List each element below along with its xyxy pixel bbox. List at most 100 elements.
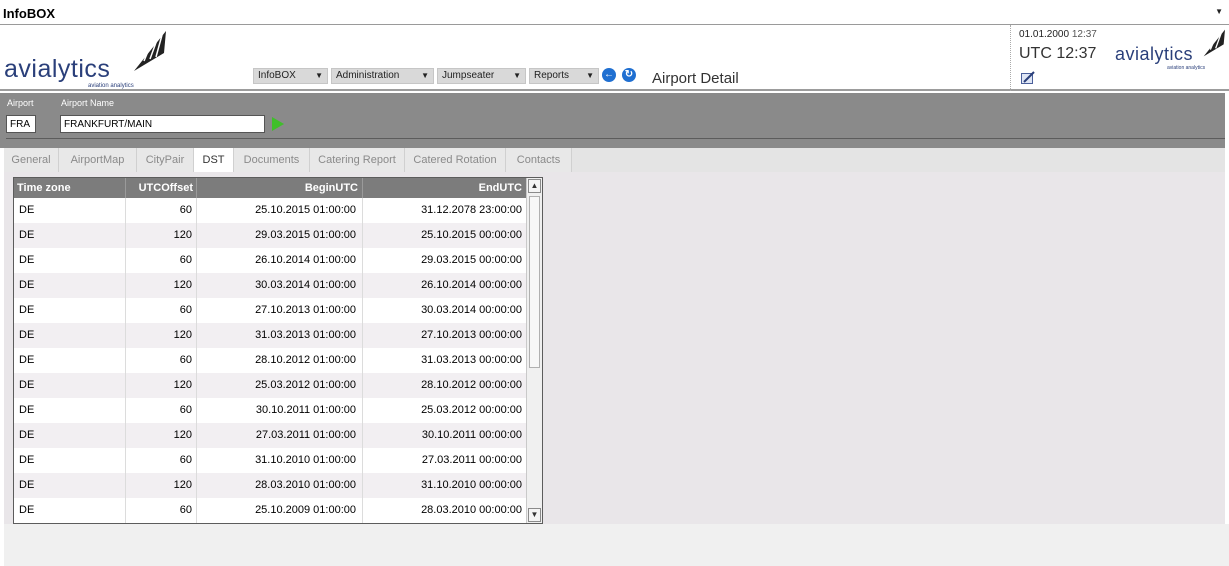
cell-beginutc: 29.03.2015 01:00:00	[197, 223, 363, 248]
tab-dst[interactable]: DST	[194, 148, 234, 172]
cell-endutc: 31.12.2078 23:00:00	[421, 204, 522, 216]
table-row[interactable]: DE 60 30.10.2011 01:00:00 25.03.2012 00:00:…	[14, 398, 526, 423]
table-row[interactable]: DE 60 26.10.2014 01:00:00 29.03.2015 00:00:…	[14, 248, 526, 273]
scroll-down-icon[interactable]: ▼	[528, 508, 541, 522]
cell-timezone: DE	[14, 448, 126, 473]
cell-utcoffset: 120	[126, 273, 197, 298]
cell-timezone: DE	[14, 298, 126, 323]
edit-icon[interactable]	[1021, 71, 1035, 84]
table-row[interactable]: DE 120 28.03.2010 01:00:00 31.10.2010 00:00…	[14, 473, 526, 498]
scroll-up-icon[interactable]: ▲	[528, 179, 541, 193]
airport-label: Airport	[7, 98, 34, 108]
cell-utcoffset: 60	[126, 498, 197, 523]
table-row[interactable]: DE 120 30.03.2014 01:00:00 26.10.2014 00:00…	[14, 273, 526, 298]
current-date: 01.01.2000 12:37	[1019, 29, 1097, 40]
tab-citypair[interactable]: CityPair	[137, 148, 194, 172]
cell-endutc: 28.03.2010 00:00:00	[421, 504, 522, 516]
logo-subtitle: aviation analytics	[88, 83, 134, 89]
collapse-arrow-icon[interactable]: ▼	[1215, 7, 1223, 16]
brand-logo: avialytics aviation analytics	[4, 29, 169, 89]
cell-utcoffset: 60	[126, 248, 197, 273]
menu-jumpseater[interactable]: Jumpseater ▼	[437, 68, 526, 84]
tab-bar: General AirportMap CityPair DST Document…	[4, 148, 1225, 172]
brand-logo-small: avialytics aviation analytics	[1115, 29, 1227, 71]
column-header-endutc[interactable]: EndUTC	[363, 178, 526, 198]
table-row[interactable]: DE 60 25.10.2009 01:00:00 28.03.2010 00:00:…	[14, 498, 526, 523]
menu-administration[interactable]: Administration ▼	[331, 68, 434, 84]
go-arrow-icon[interactable]	[272, 117, 284, 131]
app-title: InfoBOX	[3, 6, 55, 21]
cell-endutc: 30.03.2014 00:00:00	[421, 304, 522, 316]
airport-code-input[interactable]	[6, 115, 36, 133]
cell-beginutc: 25.10.2015 01:00:00	[197, 198, 363, 223]
refresh-icon[interactable]: ↻	[622, 68, 636, 82]
table-row[interactable]: DE 60 31.10.2010 01:00:00 27.03.2011 00:00:…	[14, 448, 526, 473]
tab-catering-report[interactable]: Catering Report	[310, 148, 405, 172]
cell-utcoffset: 60	[126, 398, 197, 423]
column-header-utcoffset[interactable]: UTCOffset	[126, 178, 197, 198]
logo-mark-icon	[134, 31, 166, 71]
cell-endutc: 31.10.2010 00:00:00	[421, 479, 522, 491]
column-header-beginutc[interactable]: BeginUTC	[197, 178, 363, 198]
logo-text: avialytics	[1115, 44, 1194, 64]
cell-beginutc: 28.10.2012 01:00:00	[197, 348, 363, 373]
table-row[interactable]: DE 120 27.03.2011 01:00:00 30.10.2011 00:00…	[14, 423, 526, 448]
cell-utcoffset: 120	[126, 473, 197, 498]
dst-table: Time zone UTCOffset BeginUTC EndUTC DE 60…	[13, 177, 543, 524]
cell-timezone: DE	[14, 273, 126, 298]
cell-endutc: 27.10.2013 00:00:00	[421, 329, 522, 341]
cell-utcoffset: 120	[126, 423, 197, 448]
scrollbar-thumb[interactable]	[529, 196, 540, 368]
cell-endutc: 30.10.2011 00:00:00	[421, 429, 522, 441]
table-header: Time zone UTCOffset BeginUTC EndUTC	[14, 178, 526, 198]
cell-utcoffset: 120	[126, 223, 197, 248]
tab-documents[interactable]: Documents	[234, 148, 310, 172]
cell-beginutc: 30.10.2011 01:00:00	[197, 398, 363, 423]
session-panel: 01.01.2000 12:37 UTC 12:37 avialytics av…	[1010, 25, 1229, 91]
menu-infobox[interactable]: InfoBOX ▼	[253, 68, 328, 84]
cell-beginutc: 31.03.2013 01:00:00	[197, 323, 363, 348]
chevron-down-icon: ▼	[315, 71, 323, 80]
table-row[interactable]: DE 60 27.10.2013 01:00:00 30.03.2014 00:00:…	[14, 298, 526, 323]
cell-endutc: 25.10.2015 00:00:00	[421, 229, 522, 241]
tab-airportmap[interactable]: AirportMap	[59, 148, 137, 172]
cell-timezone: DE	[14, 398, 126, 423]
table-row[interactable]: DE 120 29.03.2015 01:00:00 25.10.2015 00:00…	[14, 223, 526, 248]
cell-utcoffset: 60	[126, 348, 197, 373]
cell-utcoffset: 120	[126, 373, 197, 398]
tab-general[interactable]: General	[4, 148, 59, 172]
menu-reports[interactable]: Reports ▼	[529, 68, 599, 84]
cell-endutc: 27.03.2011 00:00:00	[421, 454, 522, 466]
table-row[interactable]: DE 60 25.10.2015 01:00:00 31.12.2078 23:00:…	[14, 198, 526, 223]
table-row[interactable]: DE 60 28.10.2012 01:00:00 31.03.2013 00:00:…	[14, 348, 526, 373]
logo-text: avialytics	[4, 55, 111, 83]
back-arrow-icon[interactable]: ←	[602, 68, 616, 82]
cell-beginutc: 26.10.2014 01:00:00	[197, 248, 363, 273]
cell-timezone: DE	[14, 198, 126, 223]
cell-utcoffset: 60	[126, 298, 197, 323]
tab-catered-rotation[interactable]: Catered Rotation	[405, 148, 506, 172]
cell-timezone: DE	[14, 223, 126, 248]
cell-endutc: 31.03.2013 00:00:00	[421, 354, 522, 366]
chevron-down-icon: ▼	[421, 71, 429, 80]
footer-area	[4, 524, 1229, 566]
cell-endutc: 25.03.2012 00:00:00	[421, 404, 522, 416]
cell-timezone: DE	[14, 348, 126, 373]
tab-contacts[interactable]: Contacts	[506, 148, 572, 172]
table-row[interactable]: DE 120 25.03.2012 01:00:00 28.10.2012 00:00…	[14, 373, 526, 398]
cell-beginutc: 25.03.2012 01:00:00	[197, 373, 363, 398]
cell-timezone: DE	[14, 423, 126, 448]
logo-subtitle: aviation analytics	[1167, 65, 1206, 71]
column-header-timezone[interactable]: Time zone	[14, 178, 126, 198]
cell-timezone: DE	[14, 473, 126, 498]
utc-clock: UTC 12:37	[1019, 45, 1097, 62]
logo-mark-icon	[1203, 29, 1225, 57]
airport-name-input[interactable]	[60, 115, 265, 133]
chevron-down-icon: ▼	[513, 71, 521, 80]
vertical-scrollbar[interactable]: ▲ ▼	[526, 178, 542, 523]
divider	[6, 138, 1225, 139]
cell-timezone: DE	[14, 248, 126, 273]
airport-search-panel: Airport Airport Name	[0, 93, 1225, 148]
cell-timezone: DE	[14, 323, 126, 348]
table-row[interactable]: DE 120 31.03.2013 01:00:00 27.10.2013 00:00…	[14, 323, 526, 348]
